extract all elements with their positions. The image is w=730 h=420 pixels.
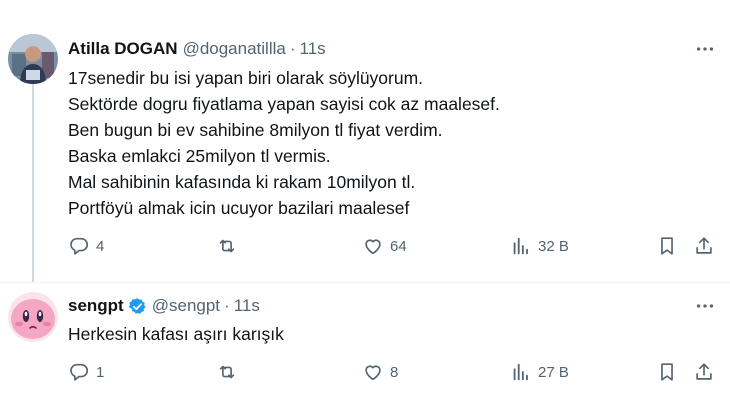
avatar-pink-character: [8, 292, 58, 342]
bookmark-button[interactable]: [656, 234, 678, 258]
author-handle[interactable]: @doganatillla: [183, 39, 286, 59]
reply-button[interactable]: 1: [68, 360, 104, 384]
tweet-timestamp[interactable]: 11s: [300, 39, 326, 59]
like-count: 8: [390, 363, 399, 381]
like-button[interactable]: 8: [362, 360, 398, 384]
share-upload-icon: [696, 237, 712, 254]
tweet-header: sengpt @sengpt · 11s: [68, 296, 260, 316]
speech-bubble-icon: [70, 237, 89, 255]
tweet-actions: 4 64 32 B: [0, 234, 730, 258]
heart-outline-icon: [365, 365, 381, 381]
separator-dot: ·: [224, 296, 230, 315]
separator-dot: ·: [289, 39, 296, 58]
speech-bubble-icon: [70, 363, 89, 381]
view-count: 27 B: [538, 363, 569, 381]
views-button[interactable]: 27 B: [510, 360, 569, 384]
more-dots-icon[interactable]: [694, 295, 716, 317]
avatar[interactable]: [8, 292, 58, 342]
retweet-arrows-icon: [219, 365, 235, 379]
tweet-text-line: Sektörde dogru fiyatlama yapan sayisi co…: [68, 94, 500, 114]
reply-button[interactable]: 4: [68, 234, 104, 258]
avatar[interactable]: [8, 34, 58, 84]
view-count: 32 B: [538, 237, 569, 255]
timeline: Atilla DOGAN @doganatillla · 11s 17sened…: [0, 0, 730, 420]
tweet-text-line: Herkesin kafası aşırı karışık: [68, 324, 284, 344]
like-count: 64: [390, 237, 407, 255]
bar-chart-icon: [513, 363, 528, 381]
bookmark-icon: [661, 363, 673, 381]
share-upload-icon: [696, 363, 712, 380]
bookmark-icon: [661, 237, 673, 255]
tweet-text: Herkesin kafası aşırı karışık: [68, 321, 284, 347]
tweet[interactable]: sengpt @sengpt · 11s Herkesin kafası aşı…: [0, 283, 730, 420]
heart-outline-icon: [365, 239, 381, 255]
share-button[interactable]: [693, 360, 715, 384]
retweet-arrows-icon: [219, 239, 235, 253]
tweet-text-line: Mal sahibinin kafasında ki rakam 10milyo…: [68, 172, 416, 192]
views-button[interactable]: 32 B: [510, 234, 569, 258]
tweet[interactable]: Atilla DOGAN @doganatillla · 11s 17sened…: [0, 0, 730, 283]
reply-count: 4: [96, 237, 105, 255]
tweet-text: 17senedir bu isi yapan biri olarak söylü…: [68, 65, 500, 221]
tweet-text-line: Baska emlakci 25milyon tl vermis.: [68, 146, 331, 166]
reply-count: 1: [96, 363, 105, 381]
author-handle[interactable]: @sengpt: [152, 296, 220, 316]
tweet-text-line: 17senedir bu isi yapan biri olarak söylü…: [68, 68, 424, 88]
avatar-photo: [8, 34, 58, 84]
retweet-button[interactable]: [216, 360, 244, 384]
like-button[interactable]: 64: [362, 234, 407, 258]
more-dots-icon[interactable]: [694, 38, 716, 60]
tweet-timestamp[interactable]: 11s: [234, 296, 260, 316]
tweet-header: Atilla DOGAN @doganatillla · 11s: [68, 39, 326, 59]
author-name[interactable]: sengpt: [68, 296, 124, 316]
tweet-text-line: Ben bugun bi ev sahibine 8milyon tl fiya…: [68, 120, 443, 140]
bar-chart-icon: [513, 237, 528, 255]
tweet-text-line: Portföyü almak icin ucuyor bazilari maal…: [68, 198, 410, 218]
author-name[interactable]: Atilla DOGAN: [68, 39, 178, 59]
bookmark-button[interactable]: [656, 360, 678, 384]
retweet-button[interactable]: [216, 234, 244, 258]
tweet-actions: 1 8 27 B: [0, 360, 730, 384]
verified-badge-icon[interactable]: [128, 297, 147, 316]
share-button[interactable]: [693, 234, 715, 258]
